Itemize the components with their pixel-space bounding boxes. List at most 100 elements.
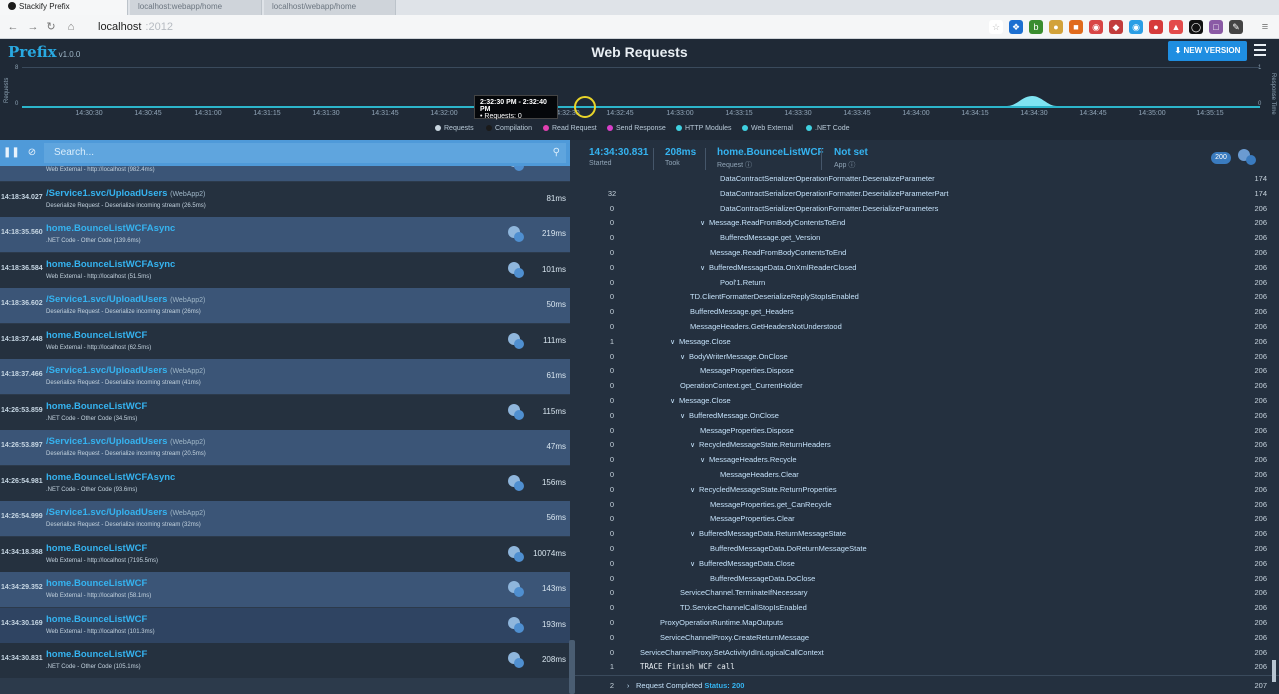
chevron-down-icon[interactable]: ∨ (670, 338, 679, 346)
chevron-down-icon[interactable]: ∨ (680, 412, 689, 420)
legend-item[interactable]: Web External (742, 125, 793, 132)
legend-item[interactable]: Read Request (543, 125, 597, 132)
chevron-right-icon[interactable]: › (627, 683, 636, 690)
home-icon[interactable]: ⌂ (64, 20, 78, 34)
detail-scrollbar[interactable] (1272, 660, 1276, 682)
address-bar[interactable]: localhost:2012 (86, 19, 956, 35)
call-tree-node[interactable]: 1 ∨ Message.Close 206 (575, 337, 1279, 351)
browser-tab[interactable]: localhost/webapp/home (264, 0, 396, 15)
chevron-down-icon[interactable]: ∨ (680, 353, 689, 361)
call-tree-node[interactable]: 0 ∨ BufferedMessage.OnClose 206 (575, 411, 1279, 425)
legend-item[interactable]: HTTP Modules (676, 125, 732, 132)
request-row[interactable]: 14:26:54.999/Service1.svc/UploadUsers (W… (0, 501, 570, 536)
call-tree-node[interactable]: 0 ∨ BufferedMessageData.ReturnMessageState… (575, 529, 1279, 543)
request-row[interactable]: 14:34:29.352 home.BounceListWCF Web Exter… (0, 572, 570, 607)
request-time: 14:18:34.027 (1, 193, 43, 201)
extension-icon[interactable]: ◯ (1189, 20, 1203, 34)
timeline-chart[interactable]: Requests 8 0 1 0 Response Time 14:30:30 1… (0, 65, 1279, 140)
request-time: 14:18:35.560 (1, 229, 43, 236)
clear-icon[interactable]: ⊘ (25, 146, 39, 160)
method-name: ServiceChannelProxy.CreateReturnMessage (660, 632, 810, 642)
chevron-down-icon[interactable]: ∨ (700, 264, 709, 272)
call-tree-node[interactable]: 0 ∨ BufferedMessageData.OnXmlReaderClosed 2… (575, 263, 1279, 277)
request-row[interactable]: Web External - http://localhost (982.4ms… (0, 166, 570, 181)
legend-item[interactable]: Compilation (486, 125, 532, 132)
elapsed-ms: 206 (1254, 410, 1267, 420)
browser-tab-active[interactable]: Stackify Prefix (0, 0, 128, 15)
extension-icon[interactable]: ◆ (1109, 20, 1123, 34)
chevron-down-icon[interactable]: ∨ (670, 397, 679, 405)
extension-icon[interactable]: ◉ (1089, 20, 1103, 34)
extension-icon[interactable]: ✎ (1229, 20, 1243, 34)
request-row[interactable]: 14:26:53.859 home.BounceListWCF .NET Code… (0, 394, 570, 430)
request-row[interactable]: 14:18:37.466/Service1.svc/UploadUsers (W… (0, 359, 570, 394)
external-call-icon (507, 474, 524, 491)
new-version-button[interactable]: ⬇ NEW VERSION (1168, 41, 1247, 61)
forward-icon[interactable]: → (26, 20, 40, 34)
method-name: TD.ServiceChannelCallStopIsEnabled (680, 603, 807, 613)
legend-item[interactable]: Send Response (607, 125, 666, 132)
browser-menu-icon[interactable]: ≡ (1258, 20, 1272, 34)
extension-icon[interactable]: □ (1209, 20, 1223, 34)
call-tree-leaf: 0 BufferedMessageData.DoReturnMessageStat… (575, 544, 1279, 558)
request-row[interactable]: 14:34:18.368 home.BounceListWCF Web Exter… (0, 536, 570, 572)
help-icon[interactable]: ⓘ (848, 162, 855, 169)
legend-item[interactable]: Requests (435, 125, 474, 132)
request-summary: Web External - http://localhost (62.5ms) (46, 344, 152, 351)
request-row[interactable]: 14:18:34.027/Service1.svc/UploadUsers (W… (0, 181, 570, 217)
browser-tab[interactable]: localhost:webapp/home (130, 0, 262, 15)
extension-icon[interactable]: ■ (1069, 20, 1083, 34)
extension-icon[interactable]: ● (1149, 20, 1163, 34)
method-name: OperationContext.get_CurrentHolder (680, 381, 803, 391)
extension-icon[interactable]: b (1029, 20, 1043, 34)
request-row[interactable]: 14:18:36.602/Service1.svc/UploadUsers (W… (0, 288, 570, 323)
help-icon[interactable]: ⓘ (745, 162, 752, 169)
menu-icon[interactable] (1254, 44, 1266, 56)
extension-icon[interactable]: ❖ (1009, 20, 1023, 34)
requests-axis-label: Requests (4, 77, 10, 103)
call-tree-node[interactable]: 0 ∨ BufferedMessageData.Close 206 (575, 559, 1279, 573)
request-duration: 143ms (541, 584, 566, 593)
chevron-down-icon[interactable]: ∨ (700, 219, 709, 227)
back-icon[interactable]: ← (6, 20, 20, 34)
pause-icon[interactable]: ❚❚ (3, 146, 20, 160)
request-row[interactable]: 14:26:53.897/Service1.svc/UploadUsers (W… (0, 430, 570, 465)
chevron-down-icon[interactable]: ∨ (700, 456, 709, 464)
request-path: home.BounceListWCF (46, 329, 148, 341)
request-name: home.BounceListWCFAsync (46, 472, 175, 483)
extension-icon[interactable]: ▲ (1169, 20, 1183, 34)
chevron-down-icon[interactable]: ∨ (690, 441, 699, 449)
request-path: home.BounceListWCF (46, 649, 148, 660)
extension-icon[interactable]: ◉ (1129, 20, 1143, 34)
chevron-down-icon[interactable]: ∨ (690, 560, 699, 568)
extension-icon[interactable]: ● (1049, 20, 1063, 34)
search-input[interactable]: Search... ⚲ (44, 143, 566, 163)
call-tree-node[interactable]: 0 ∨ MessageHeaders.Recycle 206 (575, 455, 1279, 469)
chevron-down-icon[interactable]: ∨ (690, 486, 699, 494)
cloud-badge-icon[interactable] (1237, 148, 1257, 166)
chevron-down-icon[interactable]: ∨ (690, 530, 699, 538)
search-icon[interactable]: ⚲ (553, 143, 560, 163)
call-tree-node[interactable]: 0 ∨ Message.ReadFromBodyContentsToEnd 206 (575, 218, 1279, 232)
legend-item[interactable]: .NET Code (806, 125, 850, 132)
request-row[interactable]: 14:34:30.831 home.BounceListWCF .NET Code… (0, 643, 570, 678)
request-row[interactable]: 14:18:35.560 home.BounceListWCFAsync .NET… (0, 217, 570, 252)
call-tree-node[interactable]: 0 ∨ RecycledMessageState.ReturnHeaders 206 (575, 440, 1279, 454)
request-row[interactable]: 14:26:54.981 home.BounceListWCFAsync .NET… (0, 465, 570, 501)
bookmark-star-icon[interactable]: ☆ (989, 20, 1003, 34)
reload-icon[interactable]: ↻ (44, 20, 58, 34)
call-tree-node[interactable]: 0 ∨ Message.Close 206 (575, 396, 1279, 410)
call-tree-node[interactable]: 0 ∨ BodyWriterMessage.OnClose 206 (575, 352, 1279, 366)
request-completed-row[interactable]: 2 › Request Completed Status: 200 207 (575, 681, 1279, 694)
call-count: 0 (609, 529, 615, 539)
external-call-icon (507, 545, 524, 562)
method-name: BufferedMessage.OnClose (689, 410, 779, 420)
method-name: ProxyOperationRuntime.MapOutputs (660, 618, 783, 627)
call-tree-node[interactable]: 0 ∨ RecycledMessageState.ReturnProperties 2… (575, 485, 1279, 499)
request-row[interactable]: 14:34:30.169 home.BounceListWCF Web Exter… (0, 607, 570, 643)
legend-label: Compilation (495, 125, 532, 132)
call-count: 0 (609, 366, 615, 376)
request-row[interactable]: 14:18:37.448 home.BounceListWCF Web Exter… (0, 323, 570, 359)
request-row[interactable]: 14:18:36.584 home.BounceListWCFAsync Web … (0, 252, 570, 288)
elapsed-ms: 206 (1254, 307, 1267, 317)
